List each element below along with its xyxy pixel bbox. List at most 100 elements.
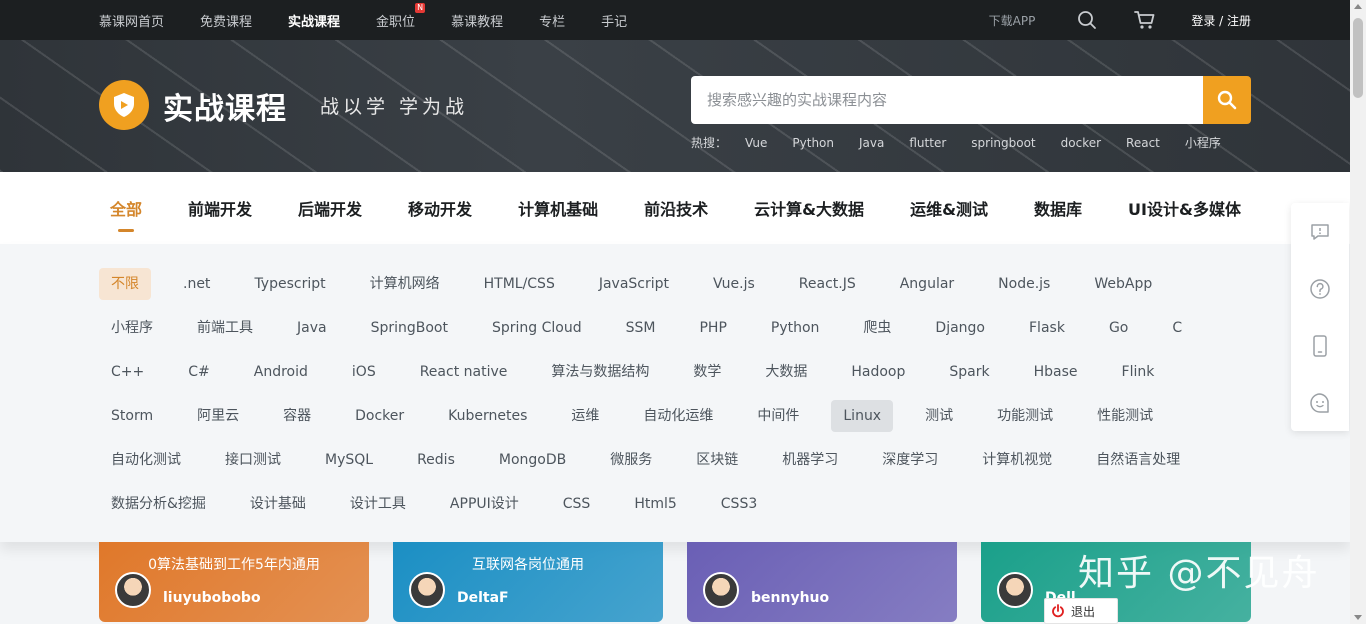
- cart-icon[interactable]: [1125, 0, 1165, 40]
- top-nav-link[interactable]: 免费课程: [200, 11, 252, 30]
- subcategory-tag[interactable]: Android: [242, 356, 320, 388]
- subcategory-tag[interactable]: Spark: [937, 356, 1001, 388]
- subcategory-tag[interactable]: 计算机网络: [358, 268, 452, 300]
- feedback-icon[interactable]: [1291, 203, 1349, 260]
- logout-button[interactable]: 退出: [1044, 598, 1118, 624]
- subcategory-tag[interactable]: 数学: [681, 356, 733, 388]
- course-card[interactable]: 0算法基础到工作5年内通用 liuyubobobo: [99, 542, 369, 622]
- hot-search-tag[interactable]: flutter: [909, 136, 946, 150]
- subcategory-tag[interactable]: Linux: [831, 400, 894, 432]
- subcategory-tag[interactable]: CSS: [551, 488, 603, 520]
- subcategory-tag[interactable]: WebApp: [1082, 268, 1164, 300]
- subcategory-tag[interactable]: 设计工具: [338, 488, 418, 520]
- top-nav-link[interactable]: 金职位 N: [376, 2, 426, 30]
- subcategory-tag[interactable]: 算法与数据结构: [539, 356, 661, 388]
- subcategory-tag[interactable]: Python: [759, 312, 832, 344]
- subcategory-tag[interactable]: JavaScript: [587, 268, 681, 300]
- subcategory-tag[interactable]: Hadoop: [839, 356, 917, 388]
- category-tab[interactable]: 前端开发: [188, 196, 252, 220]
- subcategory-tag[interactable]: Go: [1097, 312, 1140, 344]
- subcategory-tag[interactable]: Node.js: [986, 268, 1062, 300]
- hot-search-tag[interactable]: Python: [792, 136, 834, 150]
- category-tab[interactable]: 计算机基础: [518, 196, 598, 220]
- subcategory-tag[interactable]: 自动化运维: [631, 400, 725, 432]
- hot-search-tag[interactable]: 小程序: [1185, 134, 1221, 151]
- category-tab[interactable]: 前沿技术: [644, 196, 708, 220]
- subcategory-tag[interactable]: SSM: [614, 312, 668, 344]
- subcategory-tag[interactable]: C++: [99, 356, 156, 388]
- subcategory-tag[interactable]: C: [1160, 312, 1194, 344]
- subcategory-tag[interactable]: Angular: [888, 268, 966, 300]
- search-button[interactable]: [1203, 76, 1251, 124]
- subcategory-tag[interactable]: Vue.js: [701, 268, 767, 300]
- course-card[interactable]: 互联网各岗位通用 DeltaF: [393, 542, 663, 622]
- subcategory-tag[interactable]: Kubernetes: [436, 400, 539, 432]
- search-input[interactable]: [691, 76, 1203, 124]
- category-tab[interactable]: 移动开发: [408, 196, 472, 220]
- hot-search-tag[interactable]: docker: [1061, 136, 1101, 150]
- course-card[interactable]: bennyhuo: [687, 542, 957, 622]
- subcategory-tag[interactable]: 不限: [99, 268, 151, 300]
- subcategory-tag[interactable]: Java: [285, 312, 339, 344]
- subcategory-tag[interactable]: 阿里云: [185, 400, 251, 432]
- category-tab[interactable]: 后端开发: [298, 196, 362, 220]
- subcategory-tag[interactable]: 容器: [271, 400, 323, 432]
- scroll-down-arrow-icon[interactable]: [1354, 615, 1362, 620]
- subcategory-tag[interactable]: Hbase: [1022, 356, 1090, 388]
- subcategory-tag[interactable]: Html5: [622, 488, 688, 520]
- category-tab[interactable]: 数据库: [1034, 196, 1082, 220]
- subcategory-tag[interactable]: 爬虫: [851, 312, 903, 344]
- subcategory-tag[interactable]: iOS: [340, 356, 388, 388]
- category-tab[interactable]: 运维&测试: [910, 196, 988, 220]
- top-nav-link[interactable]: 专栏: [539, 11, 565, 30]
- hot-search-tag[interactable]: Vue: [745, 136, 767, 150]
- category-tab[interactable]: 云计算&大数据: [754, 196, 864, 220]
- subcategory-tag[interactable]: 自然语言处理: [1084, 444, 1192, 476]
- subcategory-tag[interactable]: 自动化测试: [99, 444, 193, 476]
- subcategory-tag[interactable]: 中间件: [745, 400, 811, 432]
- chat-icon[interactable]: [1291, 374, 1349, 431]
- subcategory-tag[interactable]: React.JS: [787, 268, 868, 300]
- subcategory-tag[interactable]: Django: [923, 312, 997, 344]
- top-nav-link[interactable]: 手记: [601, 11, 627, 30]
- subcategory-tag[interactable]: 设计基础: [238, 488, 318, 520]
- subcategory-tag[interactable]: Flask: [1017, 312, 1077, 344]
- help-icon[interactable]: [1291, 260, 1349, 317]
- subcategory-tag[interactable]: 机器学习: [770, 444, 850, 476]
- subcategory-tag[interactable]: C#: [176, 356, 222, 388]
- subcategory-tag[interactable]: 深度学习: [870, 444, 950, 476]
- subcategory-tag[interactable]: PHP: [687, 312, 738, 344]
- scroll-up-arrow-icon[interactable]: [1354, 4, 1362, 9]
- top-nav-link[interactable]: 慕课教程: [451, 11, 503, 30]
- subcategory-tag[interactable]: 计算机视觉: [970, 444, 1064, 476]
- subcategory-tag[interactable]: 前端工具: [185, 312, 265, 344]
- subcategory-tag[interactable]: 测试: [913, 400, 965, 432]
- search-icon[interactable]: [1067, 0, 1107, 40]
- subcategory-tag[interactable]: .net: [171, 268, 222, 300]
- hot-search-tag[interactable]: React: [1126, 136, 1160, 150]
- subcategory-tag[interactable]: Typescript: [242, 268, 337, 300]
- category-tab[interactable]: UI设计&多媒体: [1128, 196, 1241, 220]
- subcategory-tag[interactable]: Redis: [405, 444, 467, 476]
- subcategory-tag[interactable]: 性能测试: [1085, 400, 1165, 432]
- login-register-link[interactable]: 登录 / 注册: [1191, 12, 1251, 29]
- mobile-icon[interactable]: [1291, 317, 1349, 374]
- subcategory-tag[interactable]: Storm: [99, 400, 165, 432]
- subcategory-tag[interactable]: 数据分析&挖掘: [99, 488, 218, 520]
- hot-search-tag[interactable]: Java: [859, 136, 884, 150]
- subcategory-tag[interactable]: 区块链: [684, 444, 750, 476]
- subcategory-tag[interactable]: HTML/CSS: [472, 268, 567, 300]
- subcategory-tag[interactable]: MySQL: [313, 444, 385, 476]
- top-nav-link[interactable]: 实战课程: [288, 11, 340, 30]
- subcategory-tag[interactable]: MongoDB: [487, 444, 578, 476]
- subcategory-tag[interactable]: SpringBoot: [359, 312, 460, 344]
- category-tab[interactable]: 全部: [110, 196, 142, 220]
- subcategory-tag[interactable]: 功能测试: [985, 400, 1065, 432]
- subcategory-tag[interactable]: Spring Cloud: [480, 312, 594, 344]
- subcategory-tag[interactable]: APPUI设计: [438, 488, 531, 520]
- subcategory-tag[interactable]: CSS3: [709, 488, 769, 520]
- page-scrollbar[interactable]: [1350, 0, 1366, 624]
- download-app-link[interactable]: 下载APP: [989, 12, 1036, 29]
- subcategory-tag[interactable]: 接口测试: [213, 444, 293, 476]
- subcategory-tag[interactable]: 运维: [559, 400, 611, 432]
